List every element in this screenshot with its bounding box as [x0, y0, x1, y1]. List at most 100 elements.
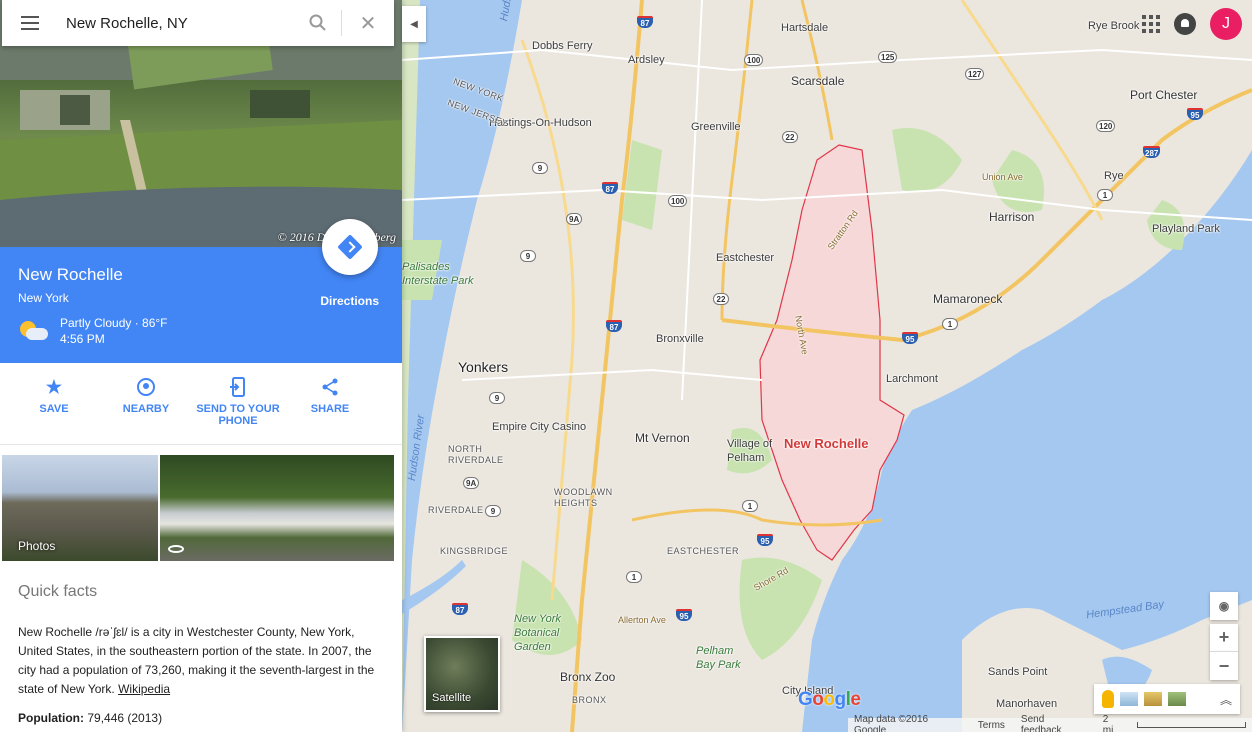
zoom-in-button[interactable]: + [1210, 624, 1238, 652]
map-label-empire-city: Empire City Casino [492, 421, 587, 433]
route-shield: 87 [452, 603, 468, 615]
map-label-allerton: Allerton Ave [618, 615, 666, 625]
satellite-label: Satellite [432, 692, 472, 704]
map-label-north-riverdale: NORTH RIVERDALE [448, 444, 504, 465]
zoom-out-button[interactable]: − [1210, 652, 1238, 680]
map-label-pelham-bay: Pelham Bay Park [696, 645, 741, 671]
route-shield: 95 [676, 609, 692, 621]
my-location-icon[interactable]: ◉ [1210, 592, 1238, 620]
account-bar: J [1142, 8, 1242, 40]
save-label: SAVE [39, 403, 69, 415]
hamburger-menu-icon[interactable] [2, 16, 58, 30]
place-title: New Rochelle [18, 265, 123, 284]
street-view-thumbnail[interactable] [160, 455, 394, 561]
route-shield: 9 [485, 505, 501, 517]
quick-facts-text: New Rochelle /rəˈʃɛl/ is a city in Westc… [18, 625, 375, 696]
map-label-palisades: Palisades Interstate Park [402, 261, 474, 287]
directions-label[interactable]: Directions [320, 294, 379, 308]
route-shield: 9A [566, 213, 583, 225]
side-panel: © 2016 David Sternberg ✕ New Rochelle Ne… [0, 0, 402, 732]
action-bar: ★ SAVE NEARBY SEND TO YOUR PHONE SHARE [0, 363, 402, 445]
route-shield: 95 [902, 332, 918, 344]
search-box: ✕ [2, 0, 394, 46]
map-label-harrison: Harrison [989, 210, 1035, 224]
directions-icon [337, 234, 363, 260]
route-shield: 95 [757, 534, 773, 546]
satellite-toggle[interactable]: Satellite [424, 636, 500, 712]
share-label: SHARE [310, 403, 350, 415]
apps-grid-icon[interactable] [1142, 15, 1160, 33]
imagery-thumbnail[interactable] [1144, 692, 1162, 706]
weather-time: 4:56 PM [60, 332, 105, 346]
panorama-icon [168, 545, 184, 553]
map-label-manorhaven: Manorhaven [996, 698, 1058, 710]
notifications-bell-icon[interactable] [1174, 13, 1196, 35]
share-icon [320, 377, 340, 397]
imagery-thumbnail[interactable] [1168, 692, 1186, 706]
route-shield: 87 [637, 16, 653, 28]
partly-cloudy-icon [18, 319, 50, 343]
zoom-controls: ◉ + − [1210, 592, 1238, 680]
route-shield: 95 [1187, 108, 1203, 120]
map-label-mt-vernon: Mt Vernon [635, 431, 690, 445]
photo-strip: Photos [0, 445, 402, 561]
send-feedback-link[interactable]: Send feedback [1021, 714, 1087, 732]
search-input[interactable] [58, 14, 295, 32]
route-shield: 22 [782, 131, 798, 143]
map-label-eastchester-hood: EASTCHESTER [667, 546, 740, 556]
route-shield: 9 [532, 162, 548, 174]
scale-bar[interactable] [1137, 722, 1246, 728]
nearby-button[interactable]: NEARBY [100, 363, 192, 444]
map-label-greenville: Greenville [691, 121, 741, 133]
map-label-port-chester: Port Chester [1130, 88, 1198, 102]
close-icon[interactable]: ✕ [342, 11, 394, 36]
send-to-phone-icon [228, 377, 248, 397]
route-shield: 125 [878, 51, 898, 63]
weather-info: Partly Cloudy · 86°F 4:56 PM [18, 315, 384, 347]
map-canvas[interactable]: Hartsdale Dobbs Ferry Ardsley Scarsdale … [402, 0, 1252, 732]
map-footer: Map data ©2016 Google Terms Send feedbac… [848, 714, 1252, 732]
route-shield: 9A [463, 477, 480, 489]
star-icon: ★ [45, 376, 63, 397]
route-shield: 1 [1097, 189, 1113, 201]
map-label-eastchester: Eastchester [716, 252, 775, 264]
route-shield: 22 [713, 293, 729, 305]
scale-label: 2 mi [1102, 714, 1114, 732]
route-shield: 9 [489, 392, 505, 404]
route-shield: 9 [520, 250, 536, 262]
photos-label: Photos [18, 539, 56, 553]
search-icon[interactable] [295, 14, 341, 32]
wikipedia-link[interactable]: Wikipedia [118, 682, 170, 696]
street-view-bar: ︽ [1094, 684, 1240, 714]
quick-facts-body: New Rochelle /rəˈʃɛl/ is a city in Westc… [18, 623, 384, 699]
map-data-attribution: Map data ©2016 Google [854, 714, 929, 732]
place-header: New Rochelle New York Partly Cloudy · 86… [0, 219, 402, 363]
expand-icon[interactable]: ︽ [1220, 691, 1232, 708]
map-label-bronx: BRONX [572, 695, 607, 705]
map-label-new-rochelle: New Rochelle [784, 436, 869, 451]
map-label-rye-brook: Rye Brook [1088, 20, 1140, 32]
google-logo: Google [798, 689, 861, 710]
pegman-icon[interactable] [1102, 690, 1114, 708]
share-button[interactable]: SHARE [284, 363, 376, 444]
terms-link[interactable]: Terms [978, 720, 1005, 731]
map-label-playland: Playland Park [1152, 223, 1220, 235]
save-button[interactable]: ★ SAVE [8, 363, 100, 444]
photos-thumbnail[interactable]: Photos [2, 455, 158, 561]
map-label-hartsdale: Hartsdale [781, 22, 829, 34]
imagery-thumbnail[interactable] [1120, 692, 1138, 706]
route-shield: 100 [668, 195, 688, 207]
account-avatar[interactable]: J [1210, 8, 1242, 40]
directions-button[interactable] [322, 219, 378, 275]
nearby-label: NEARBY [122, 403, 170, 415]
map-label-ardsley: Ardsley [628, 54, 665, 66]
map-label-riverdale: RIVERDALE [428, 505, 484, 515]
map-label-dobbs-ferry: Dobbs Ferry [532, 40, 593, 52]
map-label-kingsbridge: KINGSBRIDGE [440, 546, 509, 556]
send-to-phone-button[interactable]: SEND TO YOUR PHONE [192, 363, 284, 444]
map-label-mamaroneck: Mamaroneck [933, 292, 1003, 306]
collapse-panel-button[interactable]: ◀ [402, 6, 426, 42]
map-label-scarsdale: Scarsdale [791, 74, 845, 88]
route-shield: 100 [744, 54, 764, 66]
route-shield: 1 [626, 571, 642, 583]
